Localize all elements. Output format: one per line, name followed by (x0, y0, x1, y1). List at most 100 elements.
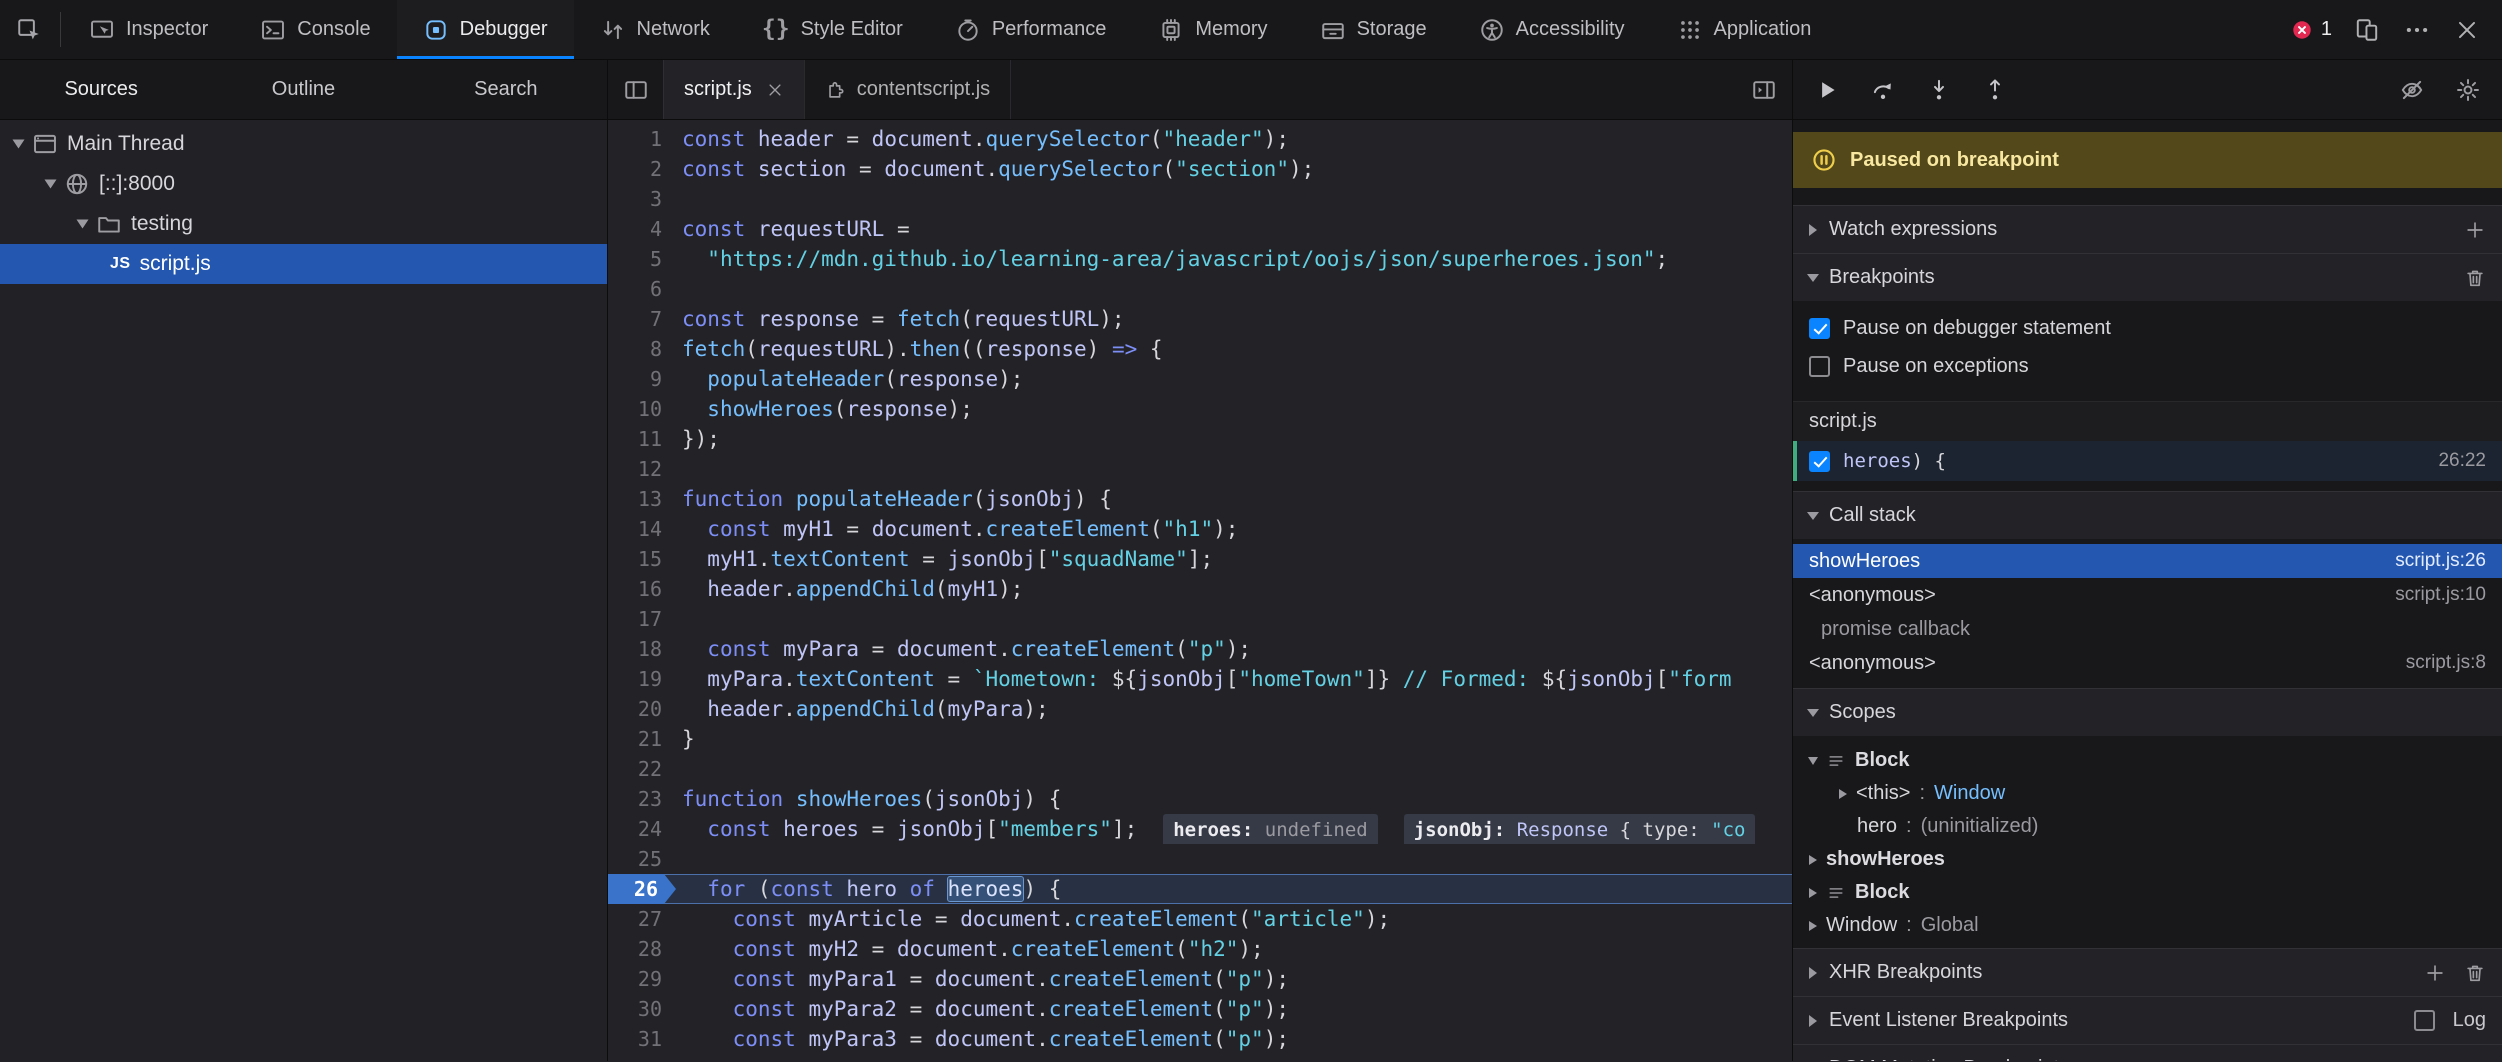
line-text[interactable] (676, 184, 1792, 214)
line-text[interactable]: const requestURL = (676, 214, 1792, 244)
breakpoint-option[interactable]: Pause on exceptions (1793, 347, 2502, 385)
line-number[interactable]: 15 (608, 544, 676, 574)
toggle-sources-pane-button[interactable] (608, 60, 664, 119)
line-text[interactable] (676, 604, 1792, 634)
line-number[interactable]: 11 (608, 424, 676, 454)
step-in-button[interactable] (1911, 60, 1967, 119)
tab-style-editor[interactable]: {}Style Editor (736, 0, 929, 59)
pane-tab-sources[interactable]: Sources (0, 60, 202, 119)
line-number[interactable]: 25 (608, 844, 676, 874)
line-number[interactable]: 16 (608, 574, 676, 604)
remove-xhr-breakpoints-button[interactable] (2464, 962, 2486, 984)
stack-frame[interactable]: promise callback (1793, 612, 2502, 646)
tab-network[interactable]: Network (574, 0, 736, 59)
breakpoints-header[interactable]: Breakpoints (1793, 253, 2502, 301)
log-event-checkbox[interactable] (2414, 1010, 2435, 1031)
line-text[interactable]: const header = document.querySelector("h… (676, 124, 1792, 154)
devtools-menu-button[interactable] (2392, 0, 2442, 59)
line-number[interactable]: 2 (608, 154, 676, 184)
scope-row[interactable]: hero: (uninitialized) (1793, 810, 2502, 843)
tab-inspector[interactable]: Inspector (63, 0, 234, 59)
tab-performance[interactable]: Performance (929, 0, 1133, 59)
line-text[interactable]: header.appendChild(myPara); (676, 694, 1792, 724)
checked-checkbox[interactable] (1809, 318, 1830, 339)
line-number[interactable]: 8 (608, 334, 676, 364)
close-tab-button[interactable] (766, 81, 784, 99)
stack-frame[interactable]: showHeroesscript.js:26 (1793, 544, 2502, 578)
line-number[interactable]: 31 (608, 1024, 676, 1054)
tab-memory[interactable]: Memory (1132, 0, 1293, 59)
call-stack-header[interactable]: Call stack (1793, 491, 2502, 539)
stack-frame[interactable]: <anonymous>script.js:10 (1793, 578, 2502, 612)
xhr-breakpoints-header[interactable]: XHR Breakpoints (1793, 948, 2502, 996)
remove-breakpoints-button[interactable] (2464, 267, 2486, 289)
add-watch-expression-button[interactable] (2464, 219, 2486, 241)
line-text[interactable]: showHeroes(response); (676, 394, 1792, 424)
tab-debugger[interactable]: Debugger (397, 0, 574, 59)
line-text[interactable]: header.appendChild(myH1); (676, 574, 1792, 604)
line-number[interactable]: 24 (608, 814, 676, 844)
line-text[interactable]: function showHeroes(jsonObj) { (676, 784, 1792, 814)
source-tree-item[interactable]: [::]:8000 (0, 164, 607, 204)
scope-row[interactable]: Block (1793, 876, 2502, 909)
breakpoint-option[interactable]: Pause on debugger statement (1793, 309, 2502, 347)
scope-row[interactable]: Block (1793, 744, 2502, 777)
tab-application[interactable]: Application (1651, 0, 1838, 59)
line-text[interactable]: const myPara1 = document.createElement("… (676, 964, 1792, 994)
line-number[interactable]: 30 (608, 994, 676, 1024)
line-text[interactable]: myPara.textContent = `Hometown: ${jsonOb… (676, 664, 1792, 694)
line-number[interactable]: 28 (608, 934, 676, 964)
editor-tab[interactable]: contentscript.js (805, 60, 1011, 119)
line-number[interactable]: 13 (608, 484, 676, 514)
line-number[interactable]: 22 (608, 754, 676, 784)
line-text[interactable]: const section = document.querySelector("… (676, 154, 1792, 184)
line-text[interactable]: const myH1 = document.createElement("h1"… (676, 514, 1792, 544)
line-number[interactable]: 29 (608, 964, 676, 994)
line-number[interactable]: 23 (608, 784, 676, 814)
line-text[interactable] (676, 454, 1792, 484)
line-number[interactable]: 21 (608, 724, 676, 754)
add-xhr-breakpoint-button[interactable] (2424, 962, 2446, 984)
line-number[interactable]: 26 (608, 874, 676, 904)
line-number[interactable]: 14 (608, 514, 676, 544)
line-number[interactable]: 7 (608, 304, 676, 334)
debugger-settings-button[interactable] (2440, 60, 2496, 119)
source-tree-item[interactable]: testing (0, 204, 607, 244)
line-text[interactable] (676, 754, 1792, 784)
dom-mutation-breakpoints-header[interactable]: DOM Mutation Breakpoints (1793, 1044, 2502, 1061)
line-number[interactable]: 3 (608, 184, 676, 214)
tab-storage[interactable]: Storage (1294, 0, 1453, 59)
editor-tab[interactable]: script.js (664, 60, 805, 119)
line-text[interactable]: const myH2 = document.createElement("h2"… (676, 934, 1792, 964)
line-number[interactable]: 4 (608, 214, 676, 244)
breakpoint-item[interactable]: heroes) {26:22 (1793, 441, 2502, 481)
pick-element-button[interactable] (0, 0, 58, 59)
toggle-panes-button[interactable] (1736, 60, 1792, 119)
breakpoint-checkbox[interactable] (1809, 451, 1830, 472)
line-number[interactable]: 19 (608, 664, 676, 694)
line-number[interactable]: 5 (608, 244, 676, 274)
line-text[interactable]: myH1.textContent = jsonObj["squadName"]; (676, 544, 1792, 574)
line-number[interactable]: 10 (608, 394, 676, 424)
source-tree-item[interactable]: JSscript.js (0, 244, 607, 284)
line-text[interactable]: const response = fetch(requestURL); (676, 304, 1792, 334)
event-listener-breakpoints-header[interactable]: Event Listener Breakpoints Log (1793, 996, 2502, 1044)
pane-tab-outline[interactable]: Outline (202, 60, 404, 119)
resume-button[interactable] (1799, 60, 1855, 119)
code-editor[interactable]: 1const header = document.querySelector("… (608, 120, 1792, 1061)
tab-console[interactable]: Console (234, 0, 396, 59)
line-text[interactable]: const myPara2 = document.createElement("… (676, 994, 1792, 1024)
pane-tab-search[interactable]: Search (405, 60, 607, 119)
tab-accessibility[interactable]: Accessibility (1453, 0, 1651, 59)
step-over-button[interactable] (1855, 60, 1911, 119)
unchecked-checkbox[interactable] (1809, 356, 1830, 377)
line-text[interactable] (676, 274, 1792, 304)
line-text[interactable]: const heroes = jsonObj["members"];heroes… (676, 814, 1792, 844)
responsive-design-mode-button[interactable] (2342, 0, 2392, 59)
console-error-badge[interactable]: 1 (2281, 18, 2342, 41)
line-number[interactable]: 27 (608, 904, 676, 934)
line-text[interactable]: fetch(requestURL).then((response) => { (676, 334, 1792, 364)
line-text[interactable]: } (676, 724, 1792, 754)
watch-expressions-header[interactable]: Watch expressions (1793, 205, 2502, 253)
line-text[interactable]: const myPara3 = document.createElement("… (676, 1024, 1792, 1054)
